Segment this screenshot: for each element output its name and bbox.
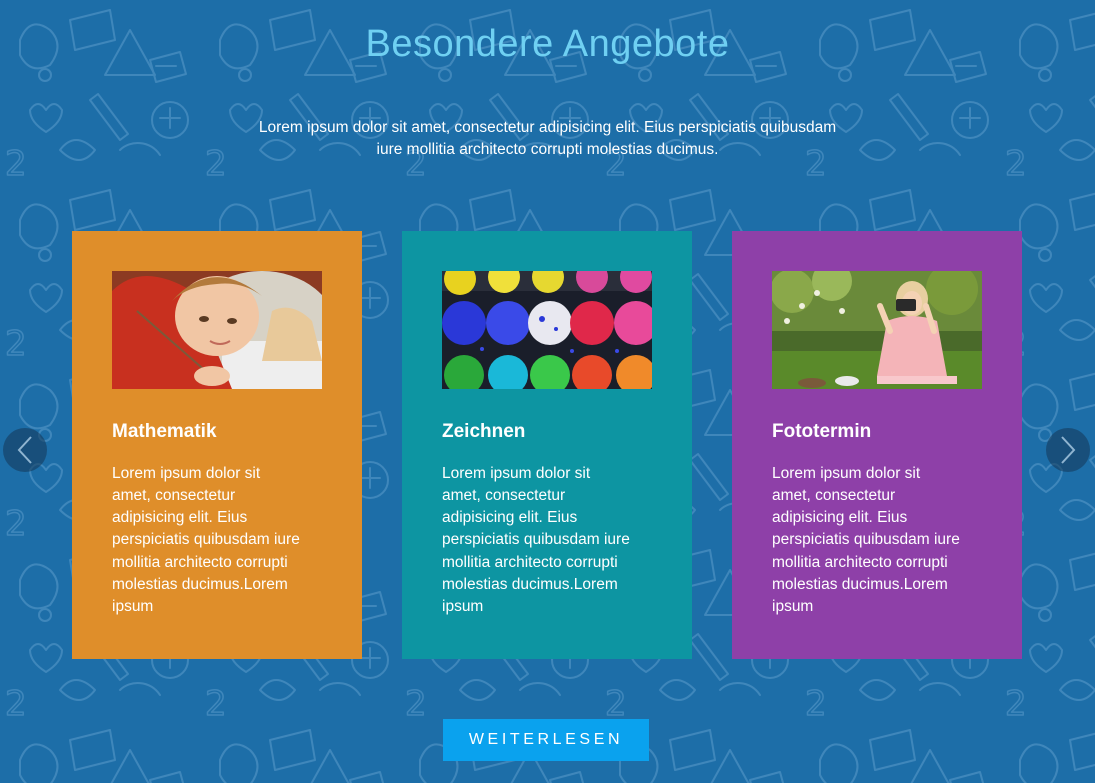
offer-card-fototermin[interactable]: Fototermin Lorem ipsum dolor sit amet, c… xyxy=(732,231,1022,659)
card-title: Mathematik xyxy=(112,421,217,442)
card-title: Zeichnen xyxy=(442,421,526,442)
page-title: Besondere Angebote xyxy=(365,23,730,65)
card-description: Lorem ipsum dolor sit amet, consectetur … xyxy=(112,464,300,616)
carousel-prev-button[interactable] xyxy=(3,428,47,472)
card-title: Fototermin xyxy=(772,421,872,442)
card-image-watercolor-palette xyxy=(442,271,652,389)
offer-card-mathematik[interactable]: Mathematik Lorem ipsum dolor sit amet, c… xyxy=(72,231,362,659)
chevron-right-icon xyxy=(1061,436,1076,464)
card-description: Lorem ipsum dolor sit amet, consectetur … xyxy=(442,464,630,616)
card-image-child-drawing xyxy=(112,271,322,389)
read-more-button[interactable]: WEITERLESEN xyxy=(443,719,649,761)
card-image-girl-with-camera xyxy=(772,271,982,389)
card-description: Lorem ipsum dolor sit amet, consectetur … xyxy=(772,464,960,616)
offer-card-zeichnen[interactable]: Zeichnen Lorem ipsum dolor sit amet, con… xyxy=(402,231,692,659)
section-intro: Lorem ipsum dolor sit amet, consectetur … xyxy=(258,119,837,158)
carousel-next-button[interactable] xyxy=(1046,428,1090,472)
chevron-left-icon xyxy=(17,436,32,464)
